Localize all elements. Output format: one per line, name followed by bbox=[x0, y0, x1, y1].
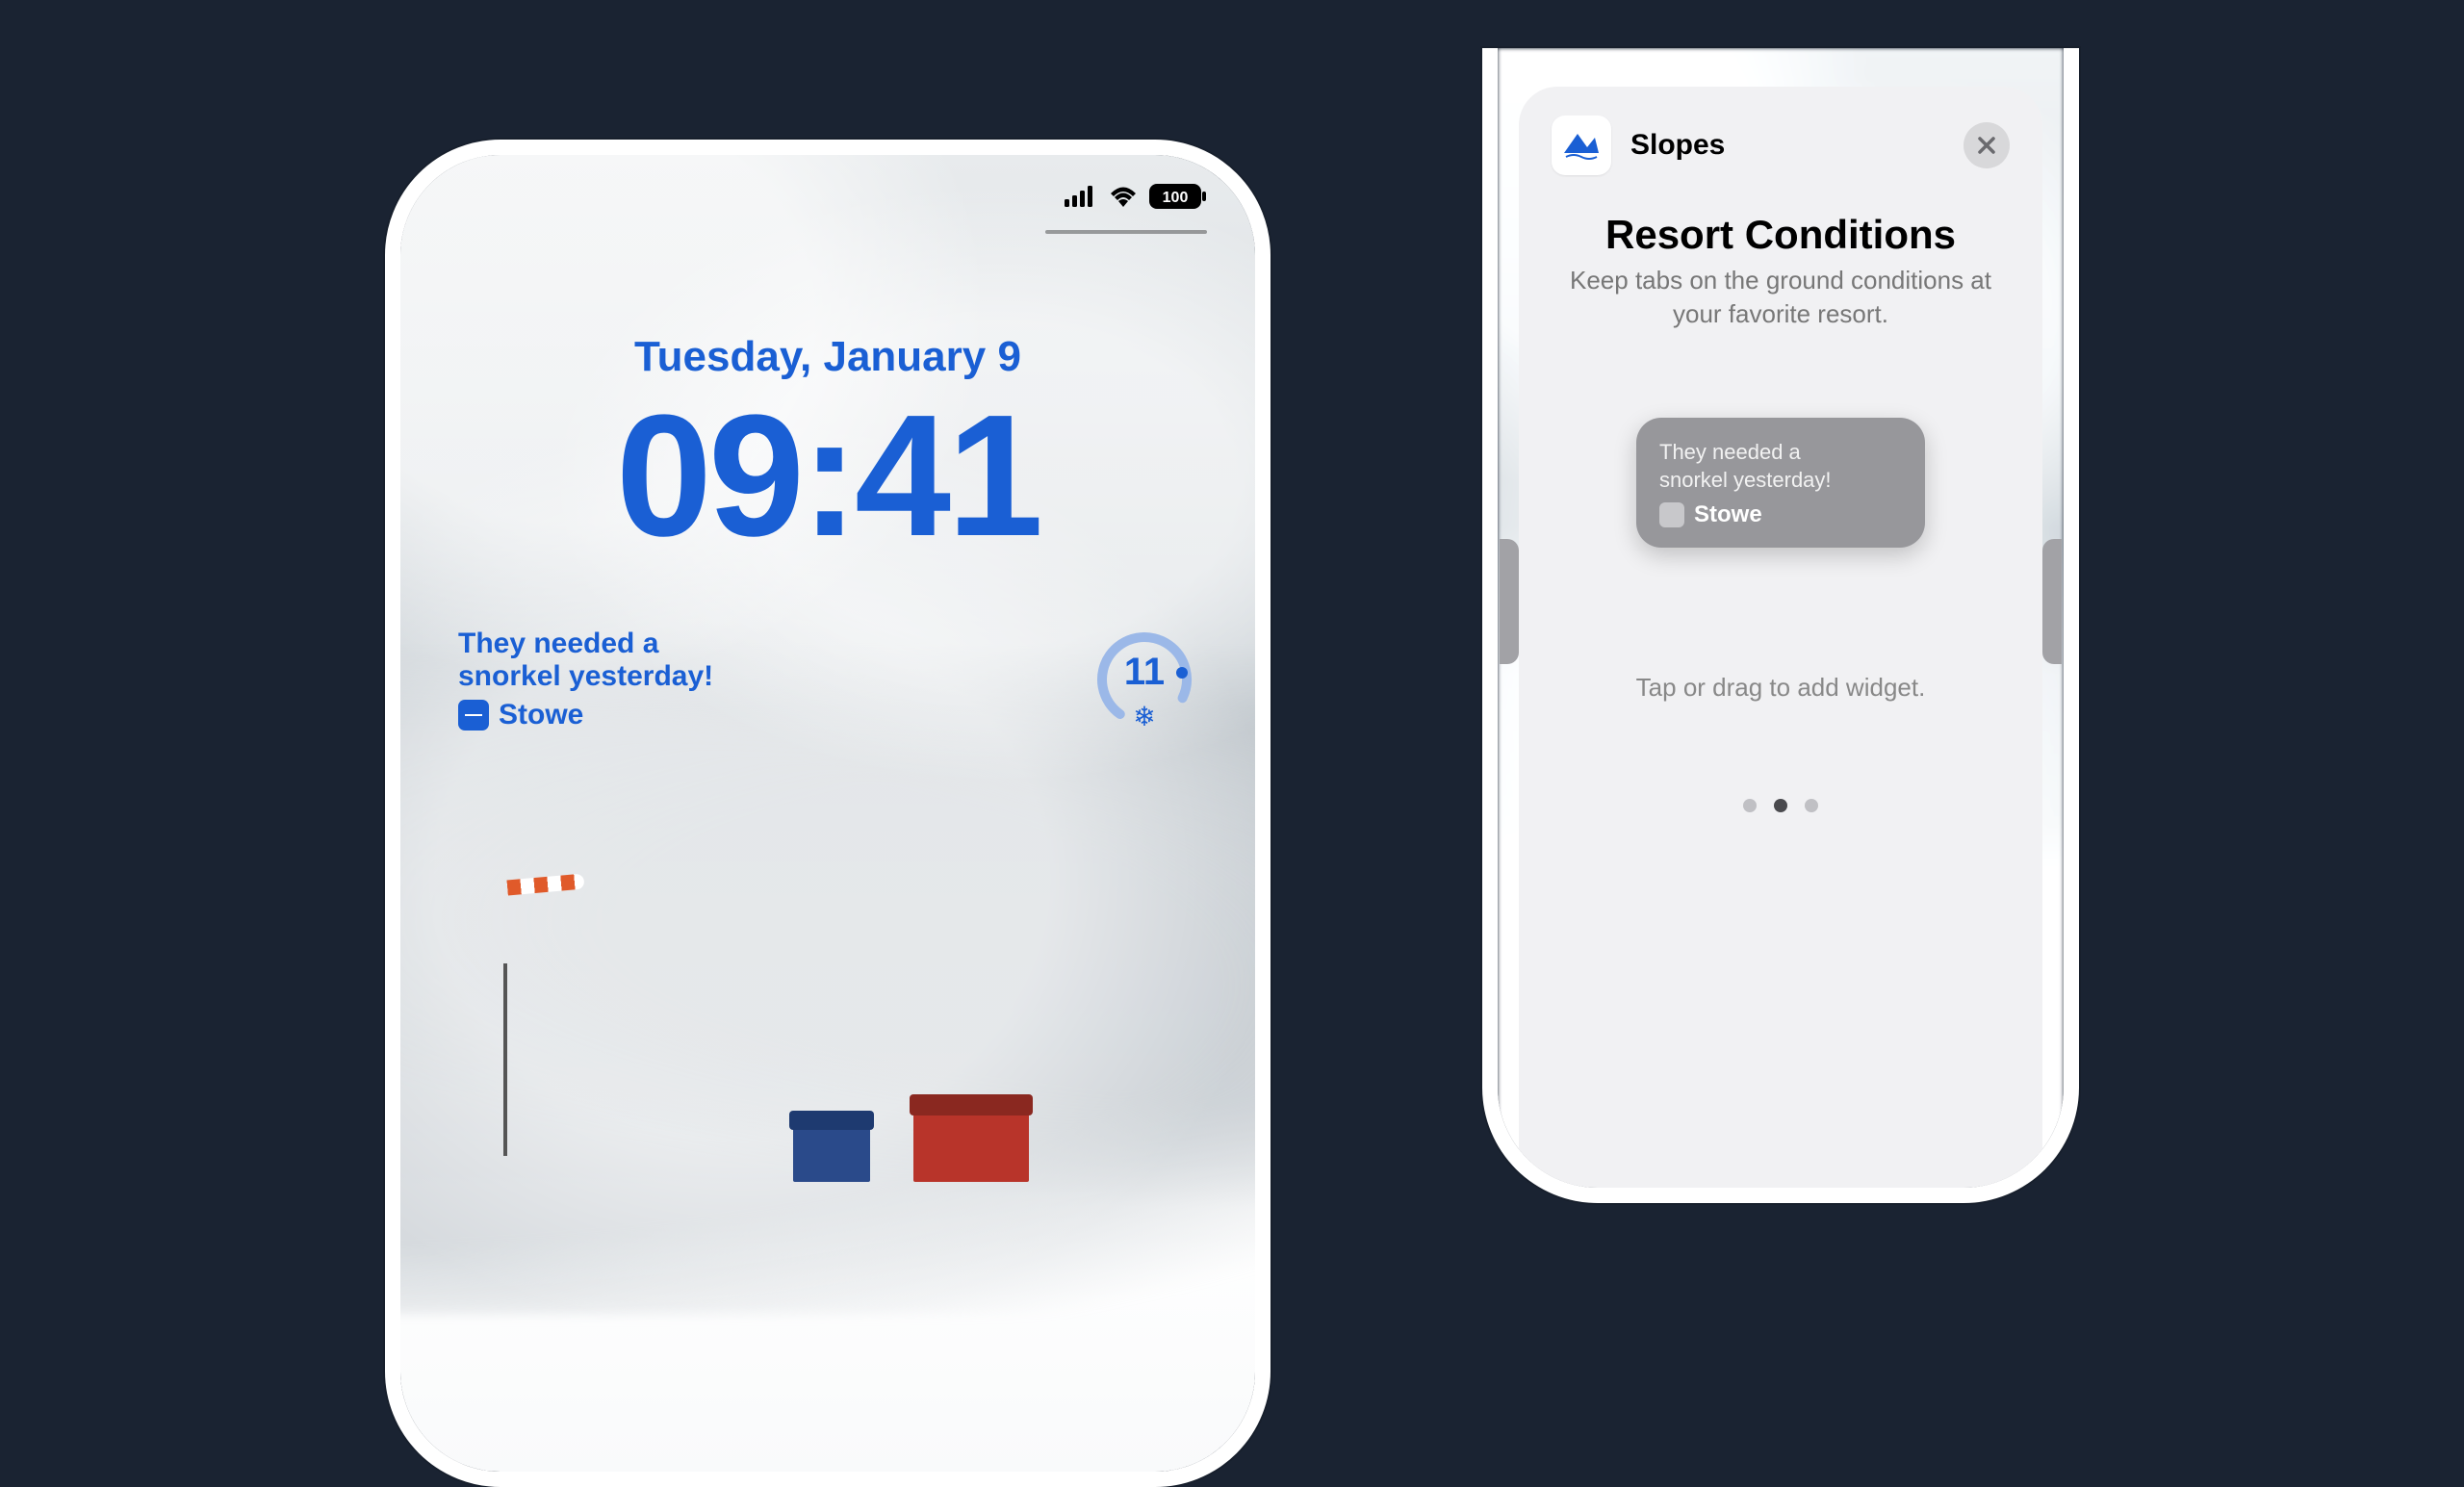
snowflake-icon: ❄ bbox=[1133, 701, 1155, 732]
red-hut bbox=[913, 1110, 1029, 1182]
resort-name-label: Stowe bbox=[499, 699, 583, 731]
widget-title: Resort Conditions bbox=[1552, 212, 2010, 258]
page-dot-1[interactable] bbox=[1774, 799, 1787, 812]
slopes-app-icon bbox=[1552, 115, 1611, 175]
phone-widget-gallery: Slopes Resort Conditions Keep tabs on th… bbox=[1482, 48, 2079, 1203]
lock-date: Tuesday, January 9 bbox=[400, 333, 1255, 381]
preview-line2: snorkel yesterday! bbox=[1659, 467, 1902, 495]
page-dot-2[interactable] bbox=[1805, 799, 1818, 812]
blue-hut bbox=[793, 1124, 870, 1182]
battery-icon: 100 bbox=[1149, 184, 1207, 214]
lock-widget-area: They needed a snorkel yesterday! Stowe 1… bbox=[458, 627, 1197, 732]
widget-preview[interactable]: They needed a snorkel yesterday! Stowe bbox=[1636, 418, 1925, 548]
resort-logo-icon bbox=[458, 700, 489, 731]
carousel-next-edge[interactable] bbox=[2042, 539, 2062, 664]
instruction-label: Tap or drag to add widget. bbox=[1552, 673, 2010, 703]
carousel-prev-edge[interactable] bbox=[1500, 539, 1519, 664]
preview-resort-name: Stowe bbox=[1694, 501, 1762, 528]
circular-snow-widget[interactable]: 11 ❄ bbox=[1091, 627, 1197, 732]
app-name-label: Slopes bbox=[1630, 129, 1725, 162]
cellular-signal-icon bbox=[1065, 186, 1097, 212]
widget-gallery-sheet: Slopes Resort Conditions Keep tabs on th… bbox=[1519, 87, 2042, 1188]
resort-conditions-widget[interactable]: They needed a snorkel yesterday! Stowe bbox=[458, 628, 713, 731]
page-dot-0[interactable] bbox=[1743, 799, 1757, 812]
lock-time: 09:41 bbox=[400, 376, 1255, 576]
status-bar: 100 bbox=[1065, 184, 1207, 214]
widget-condition-line2: snorkel yesterday! bbox=[458, 660, 713, 693]
phone-lock-screen: 100 Tuesday, January 9 09:41 They needed… bbox=[385, 140, 1270, 1487]
wifi-icon bbox=[1109, 186, 1138, 212]
status-underline bbox=[1045, 230, 1207, 234]
preview-line1: They needed a bbox=[1659, 439, 1902, 467]
close-button[interactable] bbox=[1964, 122, 2010, 168]
page-indicator[interactable] bbox=[1552, 799, 2010, 812]
widget-condition-line1: They needed a bbox=[458, 628, 713, 660]
widget-description: Keep tabs on the ground conditions at yo… bbox=[1552, 264, 2010, 331]
preview-resort-logo-icon bbox=[1659, 502, 1684, 527]
close-icon bbox=[1977, 136, 1996, 155]
svg-text:100: 100 bbox=[1163, 190, 1189, 206]
